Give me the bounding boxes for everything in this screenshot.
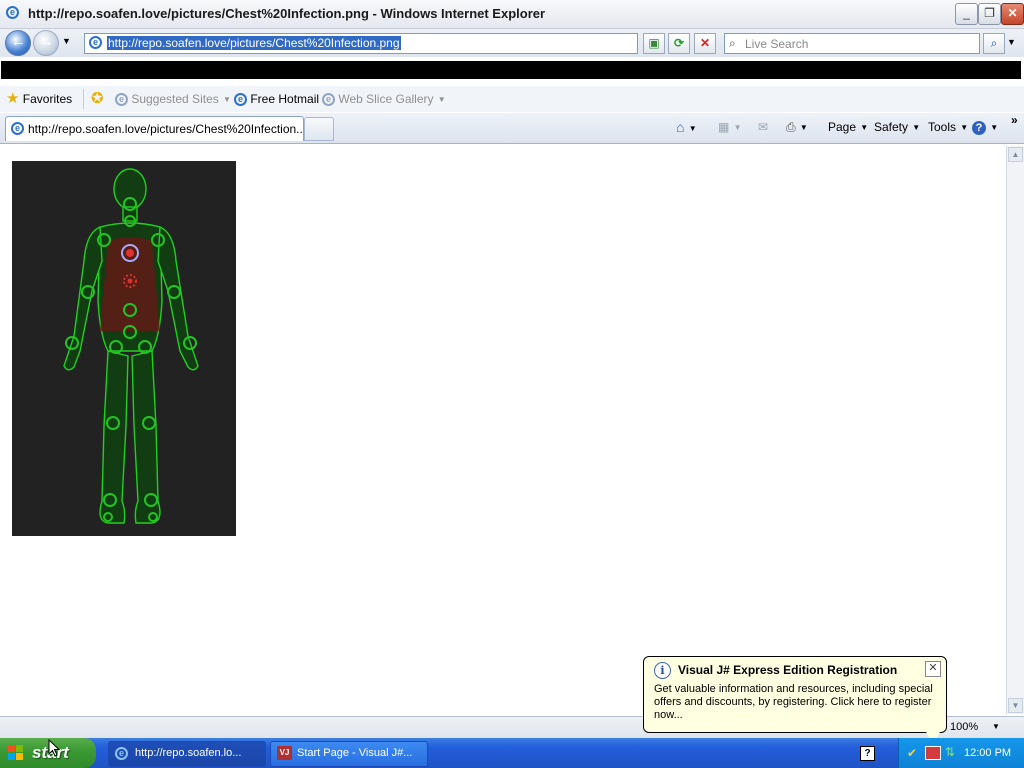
- page-menu-label: Page: [828, 120, 857, 134]
- compatibility-view-button[interactable]: ▣: [643, 33, 665, 54]
- tab-label: http://repo.soafen.love/pictures/Chest%2…: [28, 122, 310, 136]
- dropdown-caret-icon: ▼: [731, 122, 742, 132]
- page-icon: e: [89, 36, 102, 49]
- registration-tray-icon[interactable]: [925, 746, 941, 760]
- ie-logo-icon: e: [6, 6, 19, 19]
- forward-arrow-icon: →: [39, 33, 54, 50]
- add-to-favorites-button[interactable]: ✪: [91, 90, 104, 107]
- help-menu[interactable]: ? ▼: [972, 120, 998, 135]
- compatibility-icon: ▣: [648, 36, 660, 50]
- tools-menu-label: Tools: [928, 120, 957, 134]
- balloon-message[interactable]: Get valuable information and resources, …: [654, 683, 939, 722]
- search-input[interactable]: ⌕ Live Search: [724, 33, 980, 54]
- refresh-icon: ⟳: [673, 36, 685, 50]
- zoom-dropdown[interactable]: ▼: [992, 722, 1000, 731]
- dropdown-caret-icon: ▼: [797, 122, 808, 132]
- vertical-scrollbar[interactable]: ▲ ▼: [1006, 146, 1024, 714]
- dropdown-caret-icon: ▼: [686, 123, 697, 133]
- dropdown-caret-icon: ▼: [858, 122, 869, 132]
- stop-button[interactable]: ✕: [694, 33, 716, 54]
- dropdown-caret-icon: ▼: [435, 94, 446, 104]
- human-body-figure: [63, 168, 199, 524]
- security-tray-icon[interactable]: ✔: [907, 746, 917, 760]
- help-icon: ?: [972, 121, 986, 135]
- feeds-button[interactable]: ▦ ▼: [718, 120, 741, 135]
- more-commands-chevron[interactable]: »: [1011, 113, 1018, 127]
- help-tray-icon[interactable]: ?: [860, 746, 875, 761]
- dropdown-caret-icon: ▼: [988, 122, 999, 132]
- rss-icon: ▦: [718, 120, 730, 134]
- tools-menu[interactable]: Tools ▼: [928, 120, 968, 135]
- black-toolbar-strip: [1, 61, 1021, 79]
- tab-page-icon: e: [11, 122, 24, 135]
- fav-item-label: Suggested Sites: [131, 92, 219, 106]
- search-button[interactable]: ⌕: [983, 33, 1005, 54]
- safety-menu[interactable]: Safety ▼: [874, 120, 920, 135]
- ie-taskbar-icon: e: [115, 747, 128, 760]
- mouse-cursor-icon: [48, 739, 60, 757]
- safety-menu-label: Safety: [874, 120, 909, 134]
- refresh-button[interactable]: ⟳: [668, 33, 690, 54]
- ie-page-icon: e: [234, 93, 247, 107]
- info-icon: i: [654, 662, 671, 679]
- dropdown-caret-icon: ▼: [220, 94, 231, 104]
- print-button[interactable]: ⎙ ▼: [786, 120, 808, 135]
- dropdown-caret-icon: ▼: [910, 122, 921, 132]
- search-options-dropdown[interactable]: ▼: [1007, 37, 1016, 47]
- stop-icon: ✕: [699, 36, 711, 50]
- mail-icon: ✉: [758, 120, 769, 134]
- close-window-button[interactable]: ✕: [1001, 3, 1024, 25]
- search-placeholder: Live Search: [745, 37, 809, 51]
- body-outline: [63, 168, 199, 524]
- title-bar: e http://repo.soafen.love/pictures/Chest…: [0, 0, 1024, 29]
- scroll-up-arrow-icon[interactable]: ▲: [1008, 147, 1023, 162]
- taskbar-item-ie[interactable]: e http://repo.soafen.lo...: [108, 741, 266, 767]
- fav-item-label: Web Slice Gallery: [338, 92, 434, 106]
- taskbar-item-label: http://repo.soafen.lo...: [135, 747, 242, 759]
- taskbar-item-label: Start Page - Visual J#...: [297, 747, 413, 759]
- forward-button[interactable]: →: [33, 30, 59, 56]
- chest-infection-image: [12, 161, 236, 536]
- fav-item-suggested-sites[interactable]: e Suggested Sites ▼: [115, 92, 231, 107]
- address-field[interactable]: e http://repo.soafen.love/pictures/Chest…: [84, 33, 638, 54]
- registration-balloon[interactable]: i Visual J# Express Edition Registration…: [643, 656, 947, 733]
- minimize-button[interactable]: _: [955, 3, 978, 25]
- balloon-close-button[interactable]: ✕: [925, 661, 941, 677]
- balloon-title: Visual J# Express Edition Registration: [678, 663, 898, 677]
- printer-icon: ⎙: [786, 120, 796, 134]
- read-mail-button[interactable]: ✉: [758, 120, 768, 134]
- favorites-button[interactable]: ★ Favorites: [6, 90, 73, 107]
- back-button[interactable]: ←: [5, 30, 31, 56]
- windows-logo-icon: [8, 745, 23, 760]
- fav-item-label: Free Hotmail: [250, 92, 320, 106]
- fav-item-free-hotmail[interactable]: e Free Hotmail: [234, 92, 320, 107]
- add-favorite-icon: ✪: [91, 90, 104, 107]
- new-tab-button[interactable]: [304, 117, 334, 141]
- maximize-button[interactable]: ❐: [978, 3, 1001, 25]
- ie-page-icon: e: [322, 93, 335, 107]
- taskbar-item-visual-j[interactable]: VJ Start Page - Visual J#...: [270, 741, 428, 767]
- address-url: http://repo.soafen.love/pictures/Chest%2…: [107, 36, 401, 50]
- dropdown-caret-icon: ▼: [958, 122, 969, 132]
- search-icon: ⌕: [990, 36, 998, 50]
- fav-item-web-slice-gallery[interactable]: e Web Slice Gallery ▼: [322, 92, 446, 107]
- visual-j-icon: VJ: [277, 746, 292, 760]
- window-title: http://repo.soafen.love/pictures/Chest%2…: [28, 6, 546, 21]
- scroll-down-arrow-icon[interactable]: ▼: [1008, 698, 1023, 713]
- tab-active[interactable]: e http://repo.soafen.love/pictures/Chest…: [5, 116, 310, 141]
- back-arrow-icon: ←: [11, 33, 26, 50]
- separator: [83, 89, 84, 109]
- network-tray-icon[interactable]: ⇅: [945, 745, 955, 759]
- zoom-level[interactable]: 100%: [950, 721, 978, 733]
- ie-page-icon: e: [115, 93, 128, 107]
- search-provider-icon: ⌕: [729, 36, 736, 50]
- recent-pages-dropdown[interactable]: ▼: [62, 36, 71, 46]
- home-icon: ⌂: [676, 119, 685, 135]
- favorites-star-icon: ★: [6, 90, 20, 107]
- clock: 12:00 PM: [964, 747, 1012, 759]
- favorites-label: Favorites: [22, 92, 73, 106]
- page-menu[interactable]: Page ▼: [828, 120, 868, 135]
- home-button[interactable]: ⌂ ▼: [676, 120, 697, 136]
